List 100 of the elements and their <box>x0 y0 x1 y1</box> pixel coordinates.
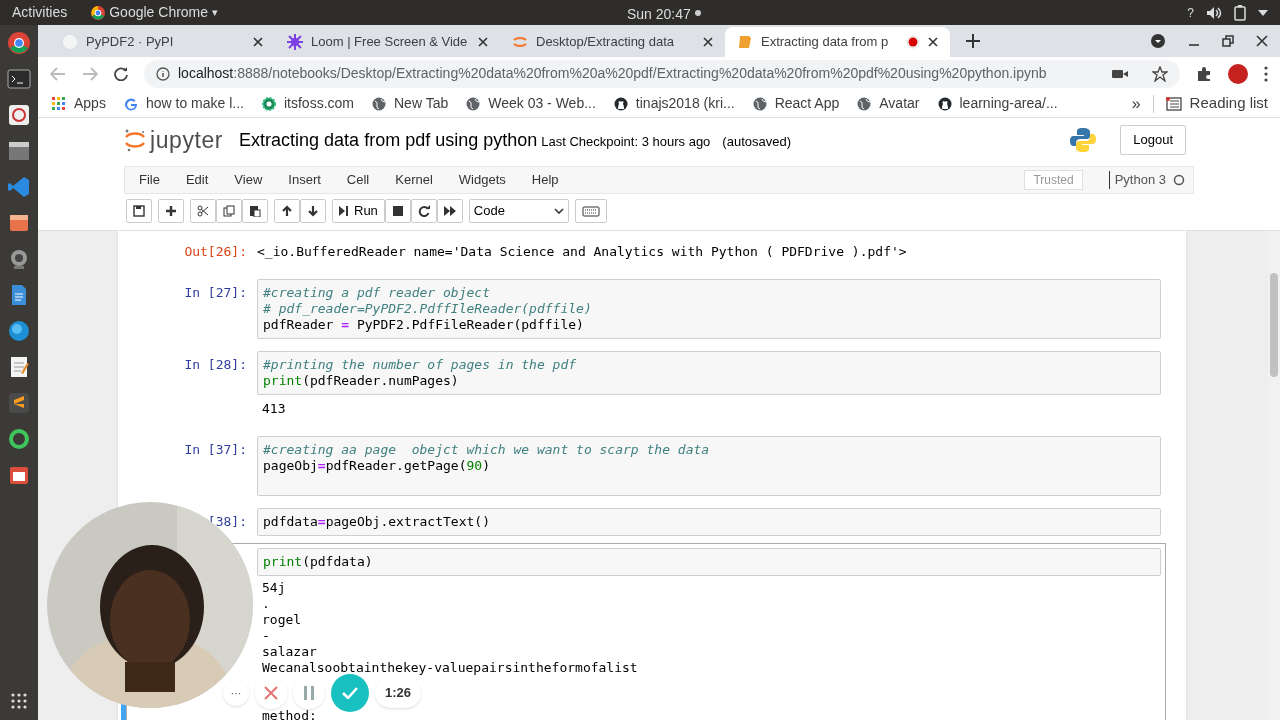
profile-avatar[interactable] <box>1228 63 1248 84</box>
app-menu[interactable]: Google Chrome ▾ <box>91 2 219 23</box>
battery-icon[interactable] <box>1234 4 1246 21</box>
speaker-icon[interactable] <box>1206 5 1222 20</box>
browser-tab[interactable]: PyPDF2 · PyPI <box>50 27 275 57</box>
menu-item[interactable]: Cell <box>346 170 370 190</box>
stop-button[interactable] <box>384 199 411 223</box>
menu-item[interactable]: Edit <box>185 170 209 190</box>
output-prompt: Out[26]: <box>184 244 247 259</box>
menu-item[interactable]: Help <box>531 170 559 190</box>
bookmark[interactable]: itsfoss.com <box>261 93 354 114</box>
camera-icon[interactable] <box>1112 67 1128 80</box>
bookmark[interactable]: tinajs2018 (kri... <box>613 93 735 114</box>
pause-icon <box>303 686 315 700</box>
menu-item[interactable]: File <box>139 170 160 190</box>
input-prompt: In [28]: <box>184 357 247 372</box>
move-down-icon <box>307 205 319 217</box>
app-grid-icon[interactable] <box>10 692 28 710</box>
bookmark[interactable]: New Tab <box>372 93 449 114</box>
restore-icon[interactable] <box>1222 35 1234 47</box>
chrome-icon[interactable] <box>7 31 31 55</box>
add-cell-icon <box>165 205 177 217</box>
keyboard-button[interactable] <box>574 199 607 223</box>
clapperboard-icon[interactable] <box>7 139 31 163</box>
run-button[interactable]: Run <box>332 199 385 223</box>
browser-tab[interactable]: Loom | Free Screen & Vide <box>275 27 500 57</box>
apps-grid-icon <box>52 96 66 111</box>
orbit-icon <box>124 128 146 152</box>
close-icon[interactable] <box>703 37 713 47</box>
sublime-icon[interactable] <box>7 391 31 415</box>
menu-item[interactable]: Kernel <box>395 170 433 190</box>
code-input[interactable]: pdfdata=pageObj.extractText() <box>257 508 1161 536</box>
reading-list-button[interactable]: Reading list <box>1165 92 1268 115</box>
code-editor-icon[interactable] <box>7 175 31 199</box>
dot-icon <box>695 10 701 16</box>
notebook-title[interactable]: Extracting data from pdf using python <box>239 126 538 154</box>
cut-icon <box>197 205 209 217</box>
reload-icon[interactable] <box>114 66 128 81</box>
cell-type-dropdown[interactable]: Code <box>468 199 569 223</box>
fast-forward-button[interactable] <box>436 199 463 223</box>
help-icon[interactable]: ? <box>1187 3 1194 22</box>
bookmark[interactable]: Week 03 - Web... <box>466 93 596 114</box>
move-up-button[interactable] <box>274 199 300 223</box>
code-line: pdfdata=pageObj.extractText() <box>263 514 491 530</box>
kernel-idle-icon <box>1173 174 1185 186</box>
scrollbar-thumb[interactable] <box>1270 273 1278 377</box>
output-line: Wecanalsoobtainthekey-valuepairsintheformofalist <box>262 660 638 676</box>
close-icon <box>264 686 278 700</box>
browser-tab[interactable]: Extracting data from p <box>725 27 950 57</box>
bookmark[interactable]: how to make l... <box>123 93 244 114</box>
star-icon[interactable] <box>1152 65 1168 82</box>
output-line: 54j <box>262 580 286 596</box>
menu-item[interactable]: View <box>234 170 263 190</box>
code-input[interactable]: print(pdfdata) <box>257 548 1161 576</box>
clock[interactable]: Sun 20:47 <box>627 4 691 25</box>
jupyter-logo[interactable]: jupyter <box>124 122 224 158</box>
code-input[interactable]: #printing the number of pages in the pdf print(pdfReader.numPages) <box>257 351 1161 395</box>
globe-icon <box>466 96 481 111</box>
activities-button[interactable]: Activities <box>12 2 68 23</box>
more-bookmarks-button[interactable]: » <box>1131 91 1141 116</box>
add-cell-button[interactable] <box>158 199 184 223</box>
save-button[interactable] <box>126 199 152 223</box>
caret-icon[interactable] <box>1258 9 1268 16</box>
bookmark[interactable]: Apps <box>52 93 106 114</box>
close-icon[interactable] <box>478 37 488 47</box>
paste-button[interactable] <box>242 199 268 223</box>
globe-icon[interactable] <box>7 319 31 343</box>
new-tab-icon[interactable] <box>966 34 980 48</box>
output-text: <_io.BufferedReader name='Data Science and Analytics with Python ( PDFDrive ).pdf'> <box>257 244 907 260</box>
restart-button[interactable] <box>410 199 437 223</box>
globe-icon <box>372 96 386 111</box>
refresh-ring-icon[interactable] <box>7 427 31 451</box>
orbit-icon <box>512 34 528 50</box>
browser-tab[interactable]: Desktop/Extracting data <box>500 27 725 57</box>
terminal-icon[interactable] <box>7 67 31 91</box>
cut-button[interactable] <box>190 199 216 223</box>
tab-search-icon[interactable] <box>1150 33 1166 49</box>
code-line: pdfReader = PyPDF2.PdfFileReader(pdffile) <box>263 317 585 333</box>
menu-item[interactable]: Widgets <box>458 170 506 190</box>
move-up-icon <box>281 205 293 217</box>
sunburst-icon <box>287 34 303 50</box>
puzzle-icon[interactable] <box>1196 65 1212 82</box>
chrome-icon <box>91 5 106 20</box>
close-icon[interactable] <box>928 37 938 47</box>
menu-item[interactable]: Insert <box>288 170 321 190</box>
github-icon <box>613 96 628 111</box>
copy-icon <box>223 205 235 217</box>
bookmark[interactable]: React App <box>752 93 840 114</box>
logout-button[interactable]: Logout <box>1120 125 1186 155</box>
google-icon <box>123 96 138 111</box>
close-icon[interactable] <box>1256 35 1268 47</box>
output-line: . <box>262 596 270 612</box>
move-down-button[interactable] <box>300 199 326 223</box>
code-input[interactable]: #creating aa page obejct which we want to scarp the data pageObj=pdfReader.getPage(90) <box>257 436 1161 496</box>
close-icon[interactable] <box>253 37 263 47</box>
address-bar[interactable]: localhost:8888/notebooks/Desktop/Extracting%20data%20from%20a%20pdf/Extracting%20data%20from%20pdf%20using%20python.ipynb <box>144 59 1180 88</box>
bookmark[interactable]: Avatar <box>857 93 920 114</box>
code-input[interactable]: #creating a pdf reader object # pdf_reader=PyPDF2.PdffIleReader(pdffile) pdfReader = PyPDF2.PdfFileReader(pdffile) <box>257 279 1161 339</box>
menu-icon[interactable] <box>1264 65 1268 82</box>
bookmark[interactable]: learning-area/... <box>937 93 1058 114</box>
